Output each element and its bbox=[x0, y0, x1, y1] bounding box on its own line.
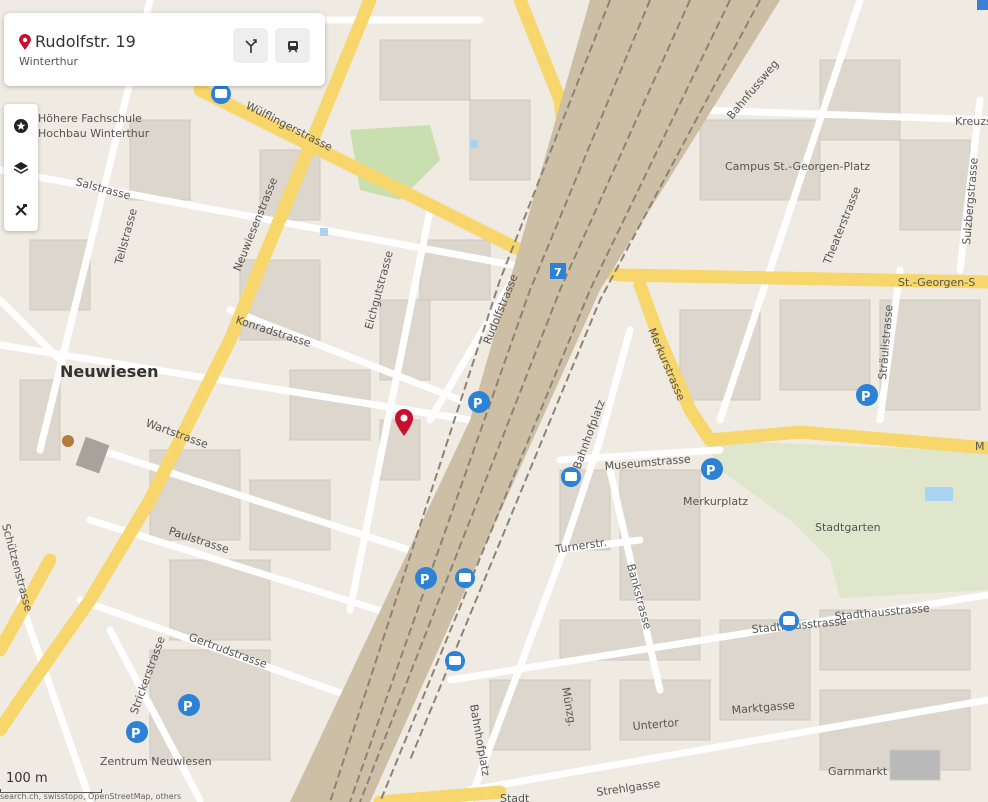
location-city: Winterthur bbox=[19, 55, 79, 68]
label-stgeorgen: St.-Georgen-S bbox=[898, 276, 975, 289]
scale-bar: 100 m bbox=[0, 771, 102, 793]
label-hf-2: Hochbau Winterthur bbox=[38, 127, 150, 140]
label-garnmarkt: Garnmarkt bbox=[828, 765, 888, 778]
tools-icon bbox=[15, 204, 27, 216]
parking-icon[interactable]: P bbox=[178, 694, 200, 716]
poi-button[interactable] bbox=[4, 106, 38, 146]
svg-text:P: P bbox=[861, 390, 871, 405]
map-canvas[interactable]: Höhere Fachschule Hochbau Winterthur Wül… bbox=[0, 0, 988, 802]
corner-button[interactable] bbox=[977, 0, 988, 10]
svg-text:7: 7 bbox=[554, 266, 562, 279]
tools-button[interactable] bbox=[4, 190, 38, 230]
bus-icon[interactable] bbox=[455, 568, 475, 588]
transit-button[interactable] bbox=[275, 28, 310, 63]
label-zentrum: Zentrum Neuwiesen bbox=[100, 755, 212, 768]
label-stadt: Stadt bbox=[500, 792, 530, 802]
platform-badge[interactable]: 7 bbox=[550, 263, 566, 279]
map-attribution[interactable]: search.ch, swisstopo, OpenStreetMap, oth… bbox=[0, 792, 181, 801]
label-m: M bbox=[975, 440, 985, 453]
bus-icon[interactable] bbox=[779, 611, 799, 631]
scale-label: 100 m bbox=[6, 771, 48, 786]
directions-button[interactable] bbox=[233, 28, 268, 63]
layers-icon bbox=[13, 162, 29, 174]
bus-icon[interactable] bbox=[211, 84, 231, 104]
label-hf-1: Höhere Fachschule bbox=[38, 112, 142, 125]
label-stadtgarten: Stadtgarten bbox=[815, 521, 881, 534]
bus-icon[interactable] bbox=[561, 467, 581, 487]
parking-icon[interactable]: P bbox=[701, 458, 723, 480]
svg-text:P: P bbox=[706, 464, 716, 479]
label-merkurplatz: Merkurplatz bbox=[683, 495, 748, 508]
svg-text:P: P bbox=[473, 397, 483, 412]
svg-text:P: P bbox=[420, 573, 430, 588]
parking-icon[interactable]: P bbox=[468, 391, 490, 413]
parking-icon[interactable]: P bbox=[415, 567, 437, 589]
svg-text:P: P bbox=[183, 700, 193, 715]
map-pin-icon bbox=[19, 34, 31, 50]
directions-fork-icon bbox=[243, 38, 257, 53]
location-card[interactable]: Rudolfstr. 19 Winterthur bbox=[4, 13, 325, 86]
location-title: Rudolfstr. 19 bbox=[35, 32, 136, 51]
map-toolbar bbox=[4, 104, 38, 231]
parking-icon[interactable]: P bbox=[126, 721, 148, 743]
svg-text:P: P bbox=[131, 727, 141, 742]
layers-button[interactable] bbox=[4, 148, 38, 188]
label-kreuz: Kreuzs bbox=[955, 115, 988, 128]
star-circle-icon bbox=[14, 119, 28, 133]
bus-icon[interactable] bbox=[445, 651, 465, 671]
label-campus: Campus St.-Georgen-Platz bbox=[725, 160, 870, 173]
district-label-neuwiesen: Neuwiesen bbox=[60, 362, 159, 381]
train-icon bbox=[287, 40, 298, 52]
parking-icon[interactable]: P bbox=[856, 384, 878, 406]
